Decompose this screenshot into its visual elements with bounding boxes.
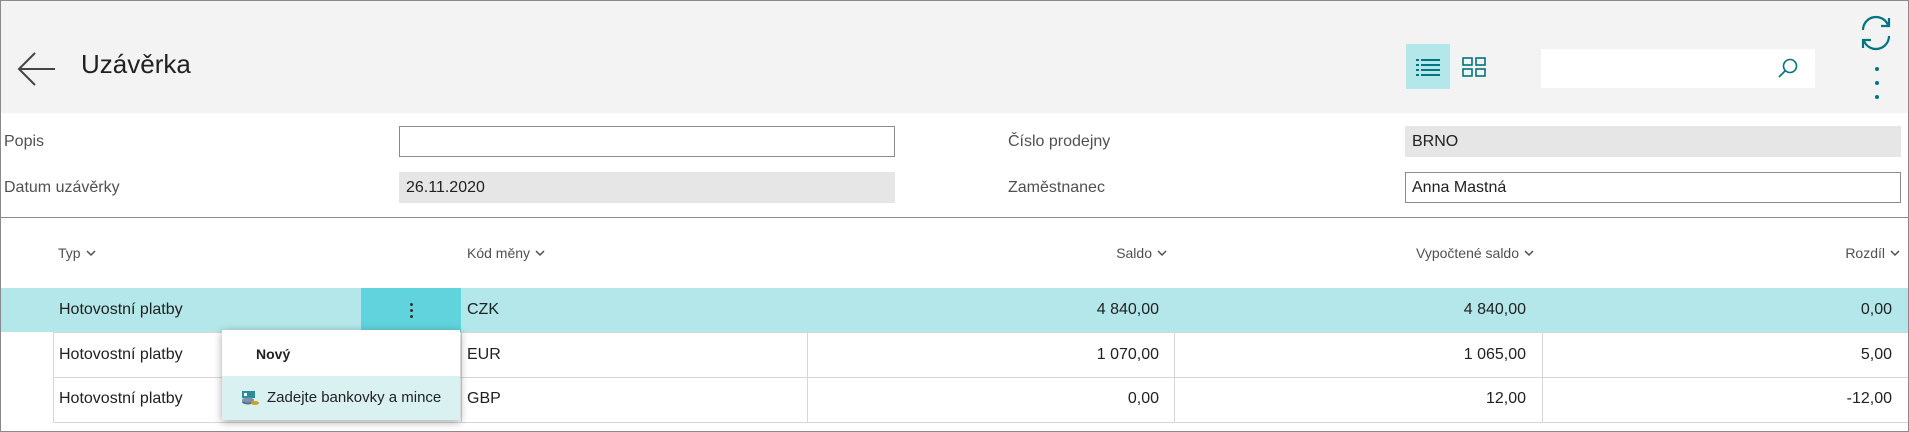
cell-kod-meny[interactable]: CZK: [467, 301, 499, 319]
column-header-vypoctene-saldo[interactable]: Vypočtené saldo: [1416, 245, 1534, 261]
cell-typ[interactable]: Hotovostní platby: [59, 346, 183, 364]
zamestnanec-field[interactable]: Anna Mastná: [1405, 172, 1901, 203]
chevron-down-icon: [535, 250, 545, 257]
menu-item-enter-banknotes-coins[interactable]: Zadejte bankovky a mince: [222, 376, 460, 420]
cell-kod-meny[interactable]: GBP: [467, 390, 501, 408]
cislo-prodejny-label: Číslo prodejny: [1008, 133, 1111, 150]
row-divider: [53, 422, 1908, 423]
cell-saldo[interactable]: 0,00: [1128, 390, 1159, 408]
cell-kod-meny[interactable]: EUR: [467, 346, 501, 364]
cell-vypoctene-saldo[interactable]: 12,00: [1486, 390, 1526, 408]
more-options-icon[interactable]: [1870, 67, 1884, 103]
column-header-saldo[interactable]: Saldo: [1116, 245, 1167, 261]
cell-saldo[interactable]: 4 840,00: [1097, 301, 1159, 319]
popis-label: Popis: [4, 133, 45, 150]
chevron-down-icon: [1157, 250, 1167, 257]
chevron-down-icon: [1524, 250, 1534, 257]
column-header-kod-meny[interactable]: Kód měny: [467, 245, 545, 261]
tile-view-button[interactable]: [1452, 44, 1496, 89]
menu-item-label: Zadejte bankovky a mince: [267, 389, 442, 406]
page-header: Uzávěrka: [1, 1, 1908, 113]
chevron-down-icon: [1890, 250, 1900, 257]
banknotes-coins-icon: [242, 391, 259, 405]
row-actions-button[interactable]: [361, 288, 461, 332]
column-header-rozdil[interactable]: Rozdíl: [1845, 245, 1900, 261]
column-divider: [1542, 332, 1543, 422]
datum-uzaverky-field: 26.11.2020: [399, 172, 895, 203]
cell-rozdil[interactable]: 5,00: [1861, 346, 1892, 364]
popis-field[interactable]: [399, 126, 895, 157]
search-icon[interactable]: [1777, 57, 1799, 79]
cell-rozdil[interactable]: -12,00: [1847, 390, 1892, 408]
context-menu-header: Nový: [256, 346, 291, 362]
row-context-menu: Nový Zadejte bankovky a mince: [222, 330, 460, 420]
page-title: Uzávěrka: [81, 49, 191, 79]
page: Uzávěrka Popis Datum uzávěrky 26.11.2020…: [0, 0, 1909, 432]
refresh-icon[interactable]: [1858, 15, 1894, 51]
back-arrow-icon[interactable]: [17, 51, 57, 87]
table-row[interactable]: [1, 288, 1908, 332]
column-divider: [807, 332, 808, 422]
cislo-prodejny-field: BRNO: [1405, 126, 1901, 157]
zamestnanec-label: Zaměstnanec: [1008, 179, 1105, 196]
column-divider: [461, 332, 462, 422]
cell-typ[interactable]: Hotovostní platby: [59, 301, 183, 319]
list-view-button[interactable]: [1406, 44, 1450, 89]
cell-rozdil[interactable]: 0,00: [1861, 301, 1892, 319]
datum-uzaverky-label: Datum uzávěrky: [4, 179, 120, 196]
column-header-typ[interactable]: Typ: [58, 245, 96, 261]
section-divider: [1, 217, 1908, 218]
chevron-down-icon: [86, 250, 96, 257]
cell-vypoctene-saldo[interactable]: 1 065,00: [1464, 346, 1526, 364]
column-divider: [1174, 332, 1175, 422]
list-view-icon: [1416, 58, 1440, 76]
tile-view-icon: [1462, 56, 1486, 77]
column-divider: [53, 332, 54, 422]
cell-typ[interactable]: Hotovostní platby: [59, 390, 183, 408]
search-input[interactable]: [1541, 49, 1815, 88]
cell-vypoctene-saldo[interactable]: 4 840,00: [1464, 301, 1526, 319]
cell-saldo[interactable]: 1 070,00: [1097, 346, 1159, 364]
